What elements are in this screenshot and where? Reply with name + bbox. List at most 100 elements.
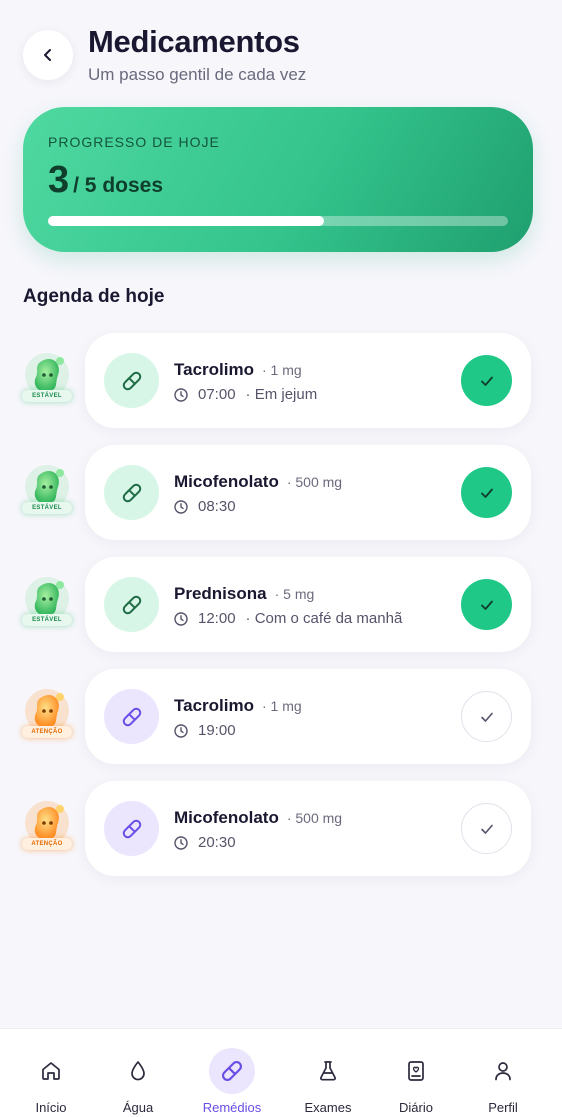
nav-label: Exames [304, 1100, 352, 1115]
journal-icon [408, 1061, 424, 1081]
medication-card[interactable]: Tacrolimo · 1 mg 19:00 [85, 669, 531, 764]
clock-icon [174, 387, 188, 402]
pill-icon [122, 483, 141, 502]
daily-progress-card: PROGRESSO DE HOJE 3/ 5 doses [23, 107, 533, 252]
medication-name: Micofenolato · 500 mg [174, 808, 342, 828]
medication-card[interactable]: Tacrolimo · 1 mg 07:00 · Em jejum [85, 333, 531, 428]
pill-icon [221, 1060, 243, 1082]
time-text: 19:00 [198, 722, 236, 739]
medication-name: Tacrolimo · 1 mg [174, 696, 302, 716]
nav-item-perfil[interactable]: Perfil [463, 1029, 543, 1117]
pill-badge [104, 577, 159, 632]
medication-time: 08:30 [174, 498, 236, 515]
checkmark-icon [480, 824, 493, 834]
status-tag: ATENÇÃO [22, 838, 72, 850]
pill-icon [122, 371, 141, 390]
dose-taken-toggle[interactable] [461, 691, 512, 742]
back-button[interactable] [23, 30, 73, 80]
medication-name-text: Tacrolimo [174, 360, 254, 379]
water-drop-icon [131, 1061, 145, 1081]
kidney-mascot-icon: ESTÁVEL [22, 577, 72, 633]
pill-badge [104, 353, 159, 408]
status-tag: ESTÁVEL [22, 390, 72, 402]
schedule-row: ESTÁVEL Tacrolimo · 1 mg 07:00 · Em jejum [0, 333, 562, 445]
doses-total: / 5 doses [73, 174, 164, 197]
progress-bar-fill [48, 216, 324, 226]
medication-dose: · 1 mg [261, 362, 302, 378]
dose-taken-toggle[interactable] [461, 467, 512, 518]
dose-taken-toggle[interactable] [461, 355, 512, 406]
medication-note: · Em jejum [245, 386, 318, 403]
pill-icon [122, 595, 141, 614]
nav-label: Remédios [202, 1100, 262, 1115]
time-text: 12:00 [198, 610, 236, 627]
checkmark-icon [480, 712, 493, 722]
dose-taken-toggle[interactable] [461, 579, 512, 630]
schedule-row: ESTÁVEL Micofenolato · 500 mg 08:30 [0, 445, 562, 557]
medication-note: · Com o café da manhã [245, 610, 403, 627]
progress-count: 3/ 5 doses [48, 159, 163, 202]
schedule-title: Agenda de hoje [23, 286, 165, 307]
user-icon [495, 1062, 511, 1081]
progress-label: PROGRESSO DE HOJE [48, 134, 220, 150]
time-text: 07:00 [198, 386, 236, 403]
status-tag: ESTÁVEL [22, 502, 72, 514]
page-header: Medicamentos Um passo gentil de cada vez [23, 24, 543, 88]
medication-card[interactable]: Micofenolato · 500 mg 08:30 [85, 445, 531, 540]
medication-time: 20:30 [174, 834, 236, 851]
nav-item-remedios[interactable]: Remédios [192, 1029, 272, 1117]
status-tag: ESTÁVEL [22, 614, 72, 626]
dose-taken-toggle[interactable] [461, 803, 512, 854]
medication-dose: · 1 mg [261, 698, 302, 714]
medication-card[interactable]: Prednisona · 5 mg 12:00 · Com o café da ma… [85, 557, 531, 652]
pill-icon [122, 819, 141, 838]
pill-badge [104, 801, 159, 856]
medication-dose: · 500 mg [286, 474, 343, 490]
medication-name-text: Prednisona [174, 584, 267, 603]
medication-card[interactable]: Micofenolato · 500 mg 20:30 [85, 781, 531, 876]
checkmark-icon [480, 600, 493, 610]
clock-icon [174, 723, 188, 738]
doses-taken: 3 [48, 159, 70, 201]
nav-label: Perfil [488, 1100, 518, 1115]
medication-time: 07:00 · Em jejum [174, 386, 317, 403]
nav-label: Diário [399, 1100, 433, 1115]
clock-icon [174, 499, 188, 514]
pill-badge [104, 689, 159, 744]
clock-icon [174, 835, 188, 850]
bottom-navigation: Início Água Remédios Exames Diário Perfi… [0, 1028, 562, 1117]
medication-name-text: Micofenolato [174, 472, 279, 491]
kidney-mascot-icon: ATENÇÃO [22, 689, 72, 745]
nav-item-diario[interactable]: Diário [376, 1029, 456, 1117]
flask-icon [319, 1061, 337, 1081]
medication-time: 19:00 [174, 722, 236, 739]
page-title: Medicamentos [88, 24, 300, 59]
schedule-row: ATENÇÃO Micofenolato · 500 mg 20:30 [0, 781, 562, 893]
chevron-left-icon [44, 49, 51, 61]
nav-item-exames[interactable]: Exames [288, 1029, 368, 1117]
kidney-mascot-icon: ESTÁVEL [22, 465, 72, 521]
nav-label: Início [35, 1100, 67, 1115]
time-text: 20:30 [198, 834, 236, 851]
nav-label: Água [122, 1100, 154, 1115]
progress-bar [48, 216, 508, 226]
kidney-mascot-icon: ATENÇÃO [22, 801, 72, 857]
medication-name-text: Micofenolato [174, 808, 279, 827]
medication-name: Micofenolato · 500 mg [174, 472, 342, 492]
page-subtitle: Um passo gentil de cada vez [88, 65, 307, 84]
nav-item-inicio[interactable]: Início [11, 1029, 91, 1117]
medication-name: Tacrolimo · 1 mg [174, 360, 302, 380]
checkmark-icon [480, 376, 493, 386]
medication-name-text: Tacrolimo [174, 696, 254, 715]
checkmark-icon [480, 488, 493, 498]
pill-icon [122, 707, 141, 726]
home-icon [42, 1062, 60, 1080]
medication-time: 12:00 · Com o café da manhã [174, 610, 402, 627]
pill-badge [104, 465, 159, 520]
schedule-row: ATENÇÃO Tacrolimo · 1 mg 19:00 [0, 669, 562, 781]
nav-item-agua[interactable]: Água [98, 1029, 178, 1117]
kidney-mascot-icon: ESTÁVEL [22, 353, 72, 409]
status-tag: ATENÇÃO [22, 726, 72, 738]
clock-icon [174, 611, 188, 626]
time-text: 08:30 [198, 498, 236, 515]
